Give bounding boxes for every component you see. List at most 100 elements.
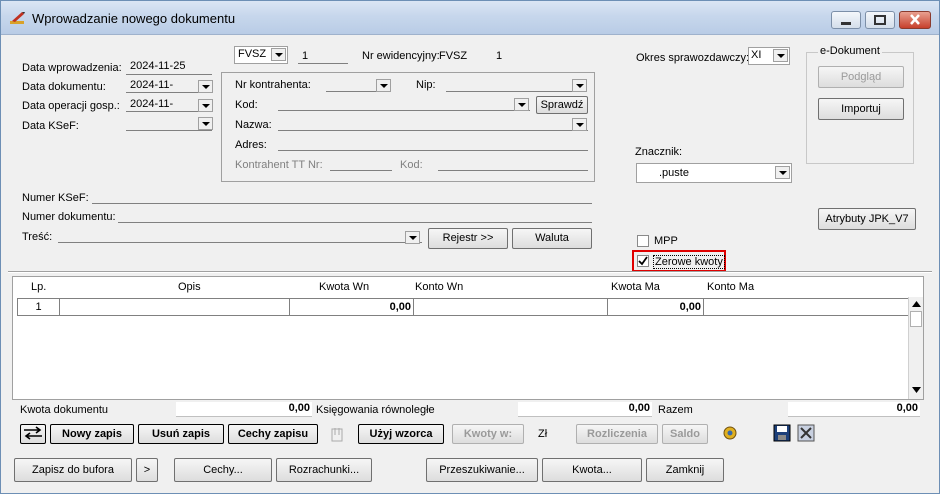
importuj-button[interactable]: Importuj xyxy=(818,98,904,120)
checkmark-icon xyxy=(638,256,648,266)
separator xyxy=(8,271,932,273)
close-button[interactable] xyxy=(899,11,931,29)
atrybuty-jpk-button[interactable]: Atrybuty JPK_V7 xyxy=(818,208,916,230)
toggle-view-button[interactable] xyxy=(20,424,46,444)
cancel-x-icon[interactable] xyxy=(796,424,816,442)
cell-kwota-ma[interactable]: 0,00 xyxy=(608,299,704,315)
rozrachunki-button[interactable]: Rozrachunki... xyxy=(276,458,372,482)
nr-ewidencyjny-prefix: FVSZ xyxy=(439,50,468,62)
tt-kod-underline xyxy=(438,170,588,171)
col-header-kwota-ma[interactable]: Kwota Ma xyxy=(611,281,660,293)
scroll-thumb[interactable] xyxy=(910,311,922,327)
settings-gear-icon[interactable] xyxy=(720,424,740,442)
nazwa-label: Nazwa: xyxy=(235,119,272,131)
razem-label: Razem xyxy=(658,404,693,416)
col-header-konto-ma[interactable]: Konto Ma xyxy=(707,281,754,293)
maximize-button[interactable] xyxy=(865,11,895,29)
col-header-opis[interactable]: Opis xyxy=(178,281,201,293)
kwoty-w-button[interactable]: Kwoty w: xyxy=(452,424,524,444)
data-operacji-value[interactable]: 2024-11- xyxy=(130,98,173,110)
nowy-zapis-button[interactable]: Nowy zapis xyxy=(50,424,134,444)
tresc-dropdown[interactable] xyxy=(405,231,420,244)
ksiegowania-label: Księgowania równoległe xyxy=(316,404,435,416)
adres-underline xyxy=(278,150,588,151)
mpp-checkbox[interactable] xyxy=(637,235,649,247)
data-dokumentu-value[interactable]: 2024-11- xyxy=(130,79,173,91)
adres-label: Adres: xyxy=(235,139,267,151)
zamknij-button[interactable]: Zamknij xyxy=(646,458,724,482)
kwota-dokumentu-value: 0,00 xyxy=(176,402,312,417)
cechy-button[interactable]: Cechy... xyxy=(174,458,272,482)
entries-table[interactable]: Lp. Opis Kwota Wn Konto Wn Kwota Ma Kont… xyxy=(12,276,924,400)
kod-label: Kod: xyxy=(235,99,258,111)
znacznik-select[interactable]: .puste xyxy=(636,163,792,183)
title-bar[interactable]: Wprowadzanie nowego dokumentu xyxy=(1,1,939,35)
doc-number-value[interactable]: 1 xyxy=(302,50,308,62)
waluta-button[interactable]: Waluta xyxy=(512,228,592,249)
cell-lp[interactable]: 1 xyxy=(18,299,60,315)
data-ksef-underline xyxy=(126,130,212,131)
doc-number-underline xyxy=(298,63,348,64)
nip-underline xyxy=(446,91,586,92)
uzyj-wzorca-button[interactable]: Użyj wzorca xyxy=(358,424,444,444)
more-options-button[interactable]: > xyxy=(136,458,158,482)
client-area: Data wprowadzenia: 2024-11-25 Data dokum… xyxy=(8,34,932,486)
data-operacji-dropdown[interactable] xyxy=(198,99,213,112)
save-disk-icon[interactable] xyxy=(772,424,792,442)
kwota-dokumentu-label: Kwota dokumentu xyxy=(20,404,109,416)
cell-konto-wn[interactable] xyxy=(414,299,608,315)
data-dokumentu-label: Data dokumentu: xyxy=(22,81,106,93)
ksiegowania-value: 0,00 xyxy=(518,402,652,417)
col-header-kwota-wn[interactable]: Kwota Wn xyxy=(319,281,369,293)
cell-kwota-wn[interactable]: 0,00 xyxy=(290,299,414,315)
col-header-konto-wn[interactable]: Konto Wn xyxy=(415,281,463,293)
rozliczenia-button[interactable]: Rozliczenia xyxy=(576,424,658,444)
nr-kontrahenta-dropdown[interactable] xyxy=(376,79,391,92)
tresc-underline xyxy=(58,242,422,243)
rejestr-button[interactable]: Rejestr >> xyxy=(428,228,508,249)
table-scrollbar[interactable] xyxy=(908,297,923,399)
data-wprowadzenia-label: Data wprowadzenia: xyxy=(22,62,122,74)
nip-label: Nip: xyxy=(416,79,436,91)
kod-dropdown[interactable] xyxy=(514,98,529,111)
attachment-icon[interactable] xyxy=(330,426,350,444)
doc-type-value: FVSZ xyxy=(238,48,267,60)
nazwa-underline xyxy=(278,130,588,131)
okres-dropdown[interactable] xyxy=(773,49,788,62)
podglad-button[interactable]: Podgląd xyxy=(818,66,904,88)
znacznik-dropdown[interactable] xyxy=(775,166,790,179)
scroll-up-icon[interactable] xyxy=(912,301,921,307)
data-wprowadzenia-value: 2024-11-25 xyxy=(130,60,186,72)
sprawdz-button[interactable]: Sprawdź xyxy=(536,96,588,114)
kod-underline xyxy=(278,110,530,111)
minimize-button[interactable] xyxy=(831,11,861,29)
znacznik-value: .puste xyxy=(659,167,689,179)
cechy-zapisu-button[interactable]: Cechy zapisu xyxy=(228,424,318,444)
zerowe-kwoty-checkbox[interactable] xyxy=(637,255,649,267)
col-header-lp[interactable]: Lp. xyxy=(31,281,46,293)
data-ksef-dropdown[interactable] xyxy=(198,117,213,130)
nazwa-dropdown[interactable] xyxy=(572,118,587,131)
razem-value: 0,00 xyxy=(788,402,920,417)
okres-select[interactable]: XI xyxy=(748,47,790,65)
scroll-down-icon[interactable] xyxy=(912,387,921,393)
data-ksef-label: Data KSeF: xyxy=(22,120,79,132)
zapisz-do-bufora-button[interactable]: Zapisz do bufora xyxy=(14,458,132,482)
doc-type-select[interactable]: FVSZ xyxy=(234,46,288,64)
cell-konto-ma[interactable] xyxy=(704,299,908,315)
data-dokumentu-dropdown[interactable] xyxy=(198,80,213,93)
nip-dropdown[interactable] xyxy=(572,79,587,92)
przeszukiwanie-button[interactable]: Przeszukiwanie... xyxy=(426,458,538,482)
kwota-button[interactable]: Kwota... xyxy=(542,458,642,482)
numer-ksef-label: Numer KSeF: xyxy=(22,192,89,204)
doc-type-dropdown[interactable] xyxy=(271,48,286,61)
cell-opis[interactable] xyxy=(60,299,290,315)
saldo-button[interactable]: Saldo xyxy=(662,424,708,444)
tt-nr-underline xyxy=(330,170,392,171)
table-row[interactable]: 1 0,00 0,00 xyxy=(17,298,909,316)
window-title: Wprowadzanie nowego dokumentu xyxy=(32,11,236,26)
usun-zapis-button[interactable]: Usuń zapis xyxy=(138,424,224,444)
okres-label: Okres sprawozdawczy: xyxy=(636,52,750,64)
edokument-title: e-Dokument xyxy=(818,45,882,57)
nr-ewidencyjny-number: 1 xyxy=(496,50,503,62)
